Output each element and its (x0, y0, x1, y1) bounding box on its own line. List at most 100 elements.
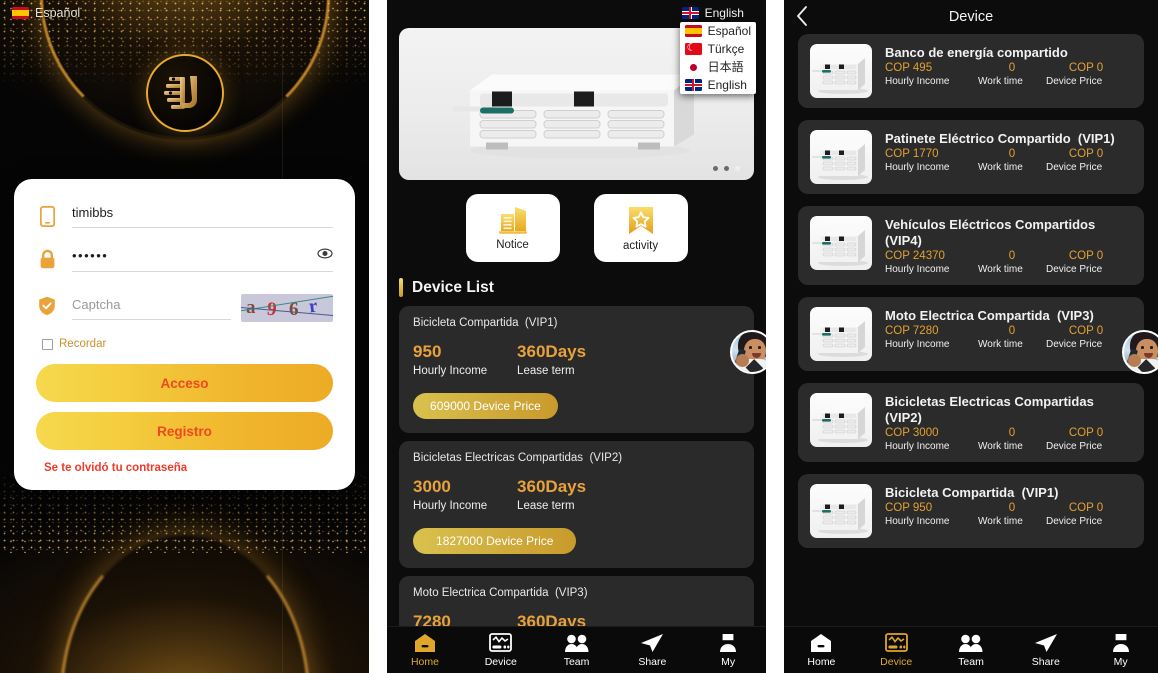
language-option-es[interactable]: Español (680, 22, 756, 40)
language-options-menu[interactable]: Español Türkçe 日本語 English (679, 22, 756, 94)
phone-icon (36, 206, 58, 227)
lock-icon (36, 249, 58, 269)
income-label: Hourly Income (413, 500, 488, 512)
tab-share[interactable]: Share (1008, 633, 1083, 668)
device-list-header: Device List (399, 278, 766, 297)
income-label: Hourly Income (885, 441, 950, 452)
tab-device[interactable]: Device (463, 632, 539, 668)
device-item-info: Patinete Eléctrico Compartido (VIP1) COP … (885, 130, 1132, 173)
device-scroll-area[interactable]: Device Banco de energía compartido COP 49… (784, 0, 1158, 626)
device-price-button[interactable]: 609000 Device Price (413, 393, 558, 419)
device-price-label: Device Price (1046, 516, 1103, 527)
language-current[interactable]: English (680, 6, 756, 22)
tab-team[interactable]: Team (934, 633, 1009, 668)
activity-button[interactable]: activity (593, 194, 688, 262)
card-title-text: Bicicletas Electricas Compartidas (413, 452, 584, 464)
language-option-en[interactable]: English (680, 76, 756, 94)
language-option-tr[interactable]: Türkçe (680, 40, 756, 58)
device-item-title-text: Banco de energía compartido (885, 45, 1068, 60)
home-device-card[interactable]: Bicicleta Compartida (VIP1) 950 Hourly I… (399, 306, 754, 433)
work-time-label: Work time (978, 339, 1023, 350)
tab-share[interactable]: Share (614, 633, 690, 668)
login-screen: Español timibbs •••••• Captcha 6 r Recor… (0, 0, 370, 673)
chevron-left-icon (797, 6, 807, 26)
forgot-password-link[interactable]: Se te olvidó tu contraseña (44, 462, 333, 474)
language-option-ja[interactable]: 日本語 (680, 58, 756, 76)
device-item-info: Vehículos Eléctricos Compartidos (VIP4) C… (885, 216, 1132, 275)
device-item-price-value: COP 0 (1068, 325, 1104, 337)
tab-home-label: Home (807, 655, 836, 668)
stat-income: 950 Hourly Income (413, 342, 517, 377)
tab-home[interactable]: Home (784, 633, 859, 668)
device-item-values: COP 7280 0 COP 0 (885, 325, 1132, 337)
device-list-item[interactable]: Bicicletas Electricas Compartidas (VIP2)… (798, 383, 1144, 462)
work-time-label: Work time (978, 162, 1023, 173)
support-agent-avatar[interactable] (1122, 330, 1158, 374)
home-device-card[interactable]: Bicicletas Electricas Compartidas (VIP2)… (399, 441, 754, 568)
tab-my[interactable]: My (690, 633, 766, 668)
language-dropdown[interactable]: English Español Türkçe 日本語 English (679, 6, 756, 94)
device-list-item[interactable]: Vehículos Eléctricos Compartidos (VIP4) C… (798, 206, 1144, 285)
team-icon (564, 634, 589, 652)
avatar-eye (758, 346, 761, 349)
remember-checkbox[interactable] (42, 338, 53, 350)
device-list-item[interactable]: Bicicleta Compartida (VIP1) COP 950 0 COP 0… (798, 474, 1144, 548)
register-button[interactable]: Registro (36, 412, 334, 450)
notice-button[interactable]: Notice (465, 194, 560, 262)
carousel-dot[interactable] (713, 166, 718, 171)
income-label: Hourly Income (885, 162, 950, 173)
user-icon (1112, 633, 1129, 652)
device-item-info: Banco de energía compartido COP 495 0 COP 0… (885, 44, 1132, 87)
carousel-dot-active[interactable] (735, 166, 740, 171)
username-field-row: timibbs (36, 201, 334, 228)
carousel-dot[interactable] (724, 166, 729, 171)
device-item-values: COP 24370 0 COP 0 (885, 250, 1132, 262)
device-item-income-value: COP 3000 (885, 427, 939, 439)
support-agent-avatar[interactable] (730, 330, 766, 374)
device-price-button[interactable]: 1827000 Device Price (413, 528, 577, 554)
card-vip-tag: (VIP2) (589, 452, 623, 464)
eye-icon[interactable] (309, 246, 333, 264)
device-item-title: Vehículos Eléctricos Compartidos (VIP4) (885, 217, 1132, 249)
captcha-input[interactable]: Captcha (72, 297, 120, 312)
tab-device-label: Device (484, 655, 517, 668)
password-field-row: •••••• (36, 228, 334, 272)
language-option-label: 日本語 (707, 60, 744, 74)
avatar-hand (736, 354, 749, 367)
income-label: Hourly Income (885, 76, 950, 87)
device-item-values: COP 3000 0 COP 0 (885, 427, 1132, 439)
home-device-card[interactable]: Moto Electrica Compartida (VIP3) 7280 Ho… (399, 576, 754, 626)
tab-device[interactable]: Device (859, 632, 934, 668)
stat-lease: 360Days Lease term (517, 342, 621, 377)
card-title-text: Bicicleta Compartida (413, 317, 519, 329)
captcha-image[interactable]: a 9 6 r (241, 294, 334, 322)
password-input[interactable]: •••••• (72, 248, 108, 263)
device-item-vip-tag: (VIP4) (885, 233, 922, 248)
card-stats: 3000 Hourly Income 360Days Lease term (413, 477, 740, 512)
login-button[interactable]: Acceso (36, 364, 334, 402)
device-list: Banco de energía compartido COP 495 0 COP 0… (784, 34, 1158, 548)
device-item-worktime-value: 0 (1008, 62, 1016, 74)
username-input[interactable]: timibbs (72, 205, 113, 220)
card-title: Moto Electrica Compartida (VIP3) (413, 587, 740, 599)
tab-team[interactable]: Team (539, 633, 615, 668)
tab-share-label: Share (638, 655, 667, 668)
remember-checkbox-row[interactable]: Recordar (36, 322, 333, 354)
carousel-dots[interactable] (713, 166, 740, 171)
device-price-label: Device Price (1046, 162, 1103, 173)
device-item-info: Moto Electrica Compartida (VIP3) COP 7280… (885, 307, 1132, 350)
device-item-values: COP 495 0 COP 0 (885, 62, 1132, 74)
device-list-item[interactable]: Patinete Eléctrico Compartido (VIP1) COP … (798, 120, 1144, 194)
spain-flag-icon (684, 25, 702, 37)
tab-my[interactable]: My (1083, 633, 1158, 668)
panel-gap (369, 0, 388, 673)
device-item-price-value: COP 0 (1068, 148, 1104, 160)
device-list-item[interactable]: Banco de energía compartido COP 495 0 COP 0… (798, 34, 1144, 108)
back-button[interactable] (796, 6, 808, 31)
card-title-text: Moto Electrica Compartida (413, 587, 549, 599)
bottom-tab-bar: Home Device Team Share My (387, 626, 766, 673)
avatar-eye (1141, 346, 1144, 349)
language-selector[interactable]: Español (12, 6, 80, 20)
tab-home[interactable]: Home (387, 633, 463, 668)
device-list-item[interactable]: Moto Electrica Compartida (VIP3) COP 7280… (798, 297, 1144, 371)
